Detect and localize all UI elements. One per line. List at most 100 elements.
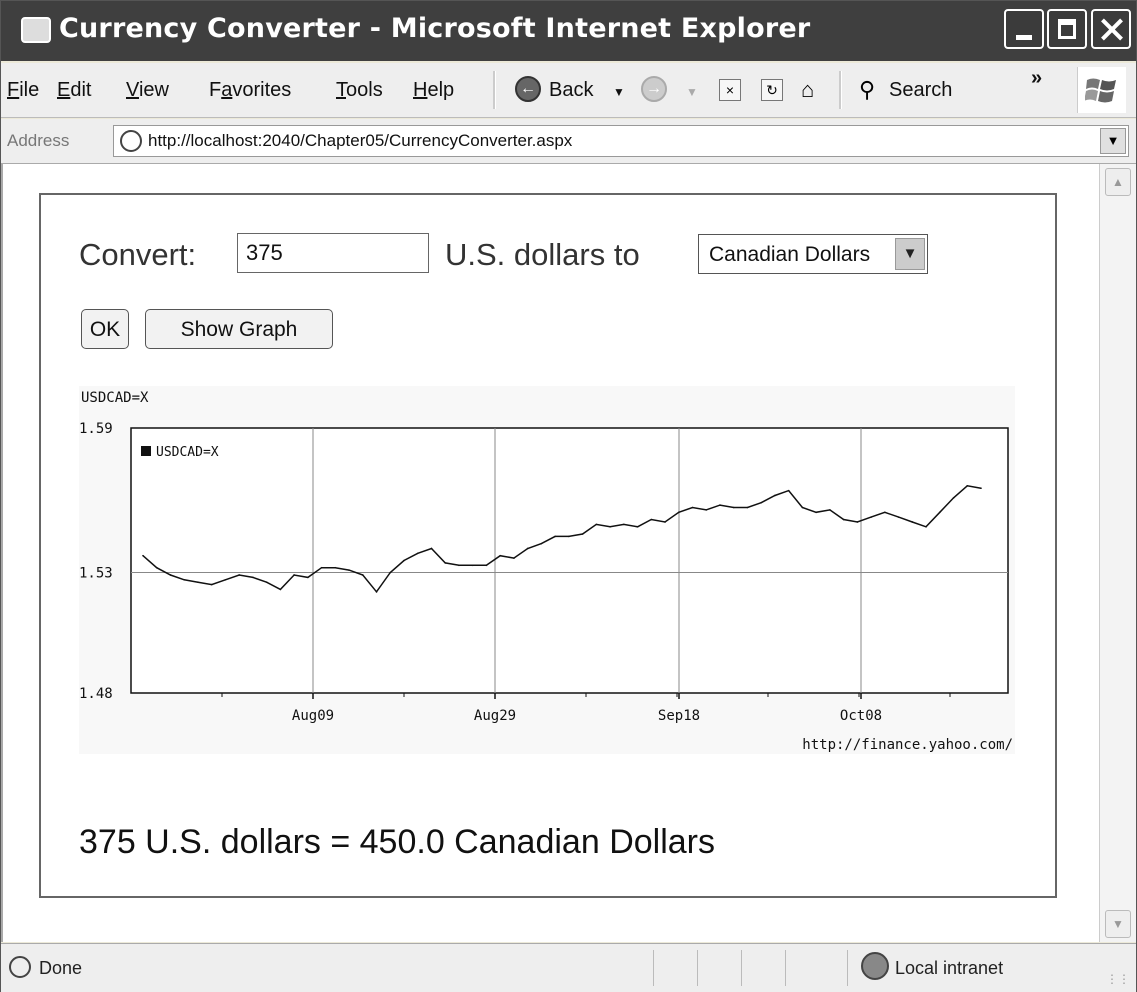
- currency-select[interactable]: Canadian Dollars ▼: [698, 234, 928, 274]
- status-divider: [697, 950, 698, 986]
- address-dropdown-button[interactable]: ▼: [1100, 128, 1126, 154]
- back-dropdown-icon[interactable]: ▼: [613, 85, 625, 99]
- vertical-scrollbar[interactable]: ▲ ▼: [1099, 164, 1136, 942]
- data-point: [375, 591, 378, 593]
- data-point: [403, 559, 405, 562]
- data-point: [526, 547, 529, 550]
- y-tick-label: 1.59: [79, 421, 113, 437]
- zone-text: Local intranet: [895, 958, 1004, 978]
- data-point: [842, 518, 845, 521]
- chevron-down-icon[interactable]: ▼: [895, 238, 925, 270]
- data-point: [829, 509, 831, 511]
- search-button[interactable]: ⚲: [859, 77, 875, 103]
- data-point: [774, 494, 776, 497]
- resize-grip-icon[interactable]: ⋮⋮: [1106, 972, 1130, 986]
- search-icon: ⚲: [859, 77, 876, 102]
- window-title: Currency Converter - Microsoft Internet …: [59, 13, 811, 44]
- show-graph-button[interactable]: Show Graph: [145, 309, 333, 349]
- status-divider: [785, 950, 786, 986]
- data-point: [677, 511, 680, 514]
- forward-button[interactable]: →: [641, 76, 667, 102]
- menu-favorites[interactable]: Favorites: [209, 79, 291, 102]
- x-tick-label: Aug09: [292, 708, 334, 724]
- title-bar: Currency Converter - Microsoft Internet …: [1, 1, 1136, 61]
- data-point: [719, 504, 721, 506]
- data-point: [252, 576, 254, 579]
- data-point: [430, 547, 433, 550]
- refresh-button[interactable]: ↻: [761, 79, 783, 101]
- chart-title: USDCAD=X: [81, 390, 149, 406]
- menu-file[interactable]: File: [7, 79, 39, 102]
- forward-arrow-icon: →: [641, 76, 667, 102]
- toolbar-separator: [839, 71, 842, 109]
- data-point: [444, 562, 447, 564]
- data-point: [458, 564, 460, 567]
- data-point: [210, 583, 213, 586]
- legend-label: USDCAD=X: [156, 445, 219, 460]
- data-point: [224, 578, 227, 581]
- data-point: [801, 506, 804, 509]
- toolbar-separator: [493, 71, 496, 109]
- status-divider: [653, 950, 654, 986]
- chart-svg: USDCAD=X 1.59 1.53 1.48 Aug09 Aug29 Sep18 Oct0…: [79, 386, 1015, 754]
- intranet-zone-icon: [861, 952, 889, 980]
- toolbar-overflow-icon[interactable]: »: [1031, 67, 1042, 90]
- x-tick-label: Oct08: [840, 708, 882, 724]
- status-divider: [847, 950, 848, 986]
- data-point: [416, 552, 419, 555]
- back-label[interactable]: Back: [549, 79, 593, 102]
- menu-edit[interactable]: Edit: [57, 79, 91, 102]
- data-point: [980, 487, 982, 490]
- data-point: [595, 523, 598, 526]
- refresh-icon: ↻: [761, 79, 783, 101]
- stop-button[interactable]: ×: [719, 79, 741, 101]
- data-point: [650, 518, 653, 521]
- data-point: [581, 533, 584, 535]
- data-point: [691, 506, 694, 509]
- data-point: [362, 574, 364, 576]
- scroll-up-button[interactable]: ▲: [1105, 168, 1131, 196]
- y-tick-label: 1.53: [79, 566, 113, 582]
- data-point: [732, 506, 735, 509]
- maximize-button[interactable]: [1047, 9, 1087, 49]
- data-point: [897, 516, 900, 518]
- data-point: [499, 554, 501, 557]
- forward-dropdown-icon[interactable]: ▼: [686, 85, 698, 99]
- minimize-button[interactable]: [1004, 9, 1044, 49]
- scroll-down-button[interactable]: ▼: [1105, 910, 1131, 938]
- y-tick-label: 1.48: [79, 686, 113, 702]
- x-tick-label: Aug29: [474, 708, 516, 724]
- data-point: [856, 521, 859, 523]
- status-text: Done: [39, 958, 83, 978]
- data-point: [183, 578, 186, 581]
- data-point: [142, 554, 144, 557]
- ok-button[interactable]: OK: [81, 309, 129, 349]
- close-button[interactable]: [1091, 9, 1131, 49]
- data-point: [485, 564, 488, 567]
- search-label[interactable]: Search: [889, 79, 952, 102]
- convert-label: Convert:: [79, 237, 197, 272]
- amount-input[interactable]: [237, 233, 429, 273]
- data-point: [169, 574, 172, 576]
- data-point: [238, 574, 240, 576]
- menu-help[interactable]: Help: [413, 79, 454, 102]
- data-point: [636, 525, 639, 528]
- data-point: [911, 521, 914, 523]
- data-point: [554, 535, 556, 538]
- x-tick-label: Sep18: [658, 708, 700, 724]
- address-url[interactable]: http://localhost:2040/Chapter05/Currency…: [148, 131, 572, 151]
- ie-logo-icon: [21, 17, 51, 43]
- home-button[interactable]: ⌂: [801, 77, 814, 103]
- address-input[interactable]: http://localhost:2040/Chapter05/Currency…: [113, 125, 1129, 157]
- address-label: Address: [7, 131, 70, 150]
- back-button[interactable]: ←: [515, 76, 541, 102]
- data-point: [334, 566, 337, 569]
- page-icon: [120, 130, 142, 152]
- browser-window: Currency Converter - Microsoft Internet …: [0, 0, 1137, 992]
- menu-view[interactable]: View: [126, 79, 169, 102]
- currency-selected-value: Canadian Dollars: [709, 243, 871, 266]
- plot-area: [130, 427, 1009, 694]
- data-point: [705, 509, 708, 511]
- legend-swatch: [141, 446, 151, 456]
- menu-tools[interactable]: Tools: [336, 79, 383, 102]
